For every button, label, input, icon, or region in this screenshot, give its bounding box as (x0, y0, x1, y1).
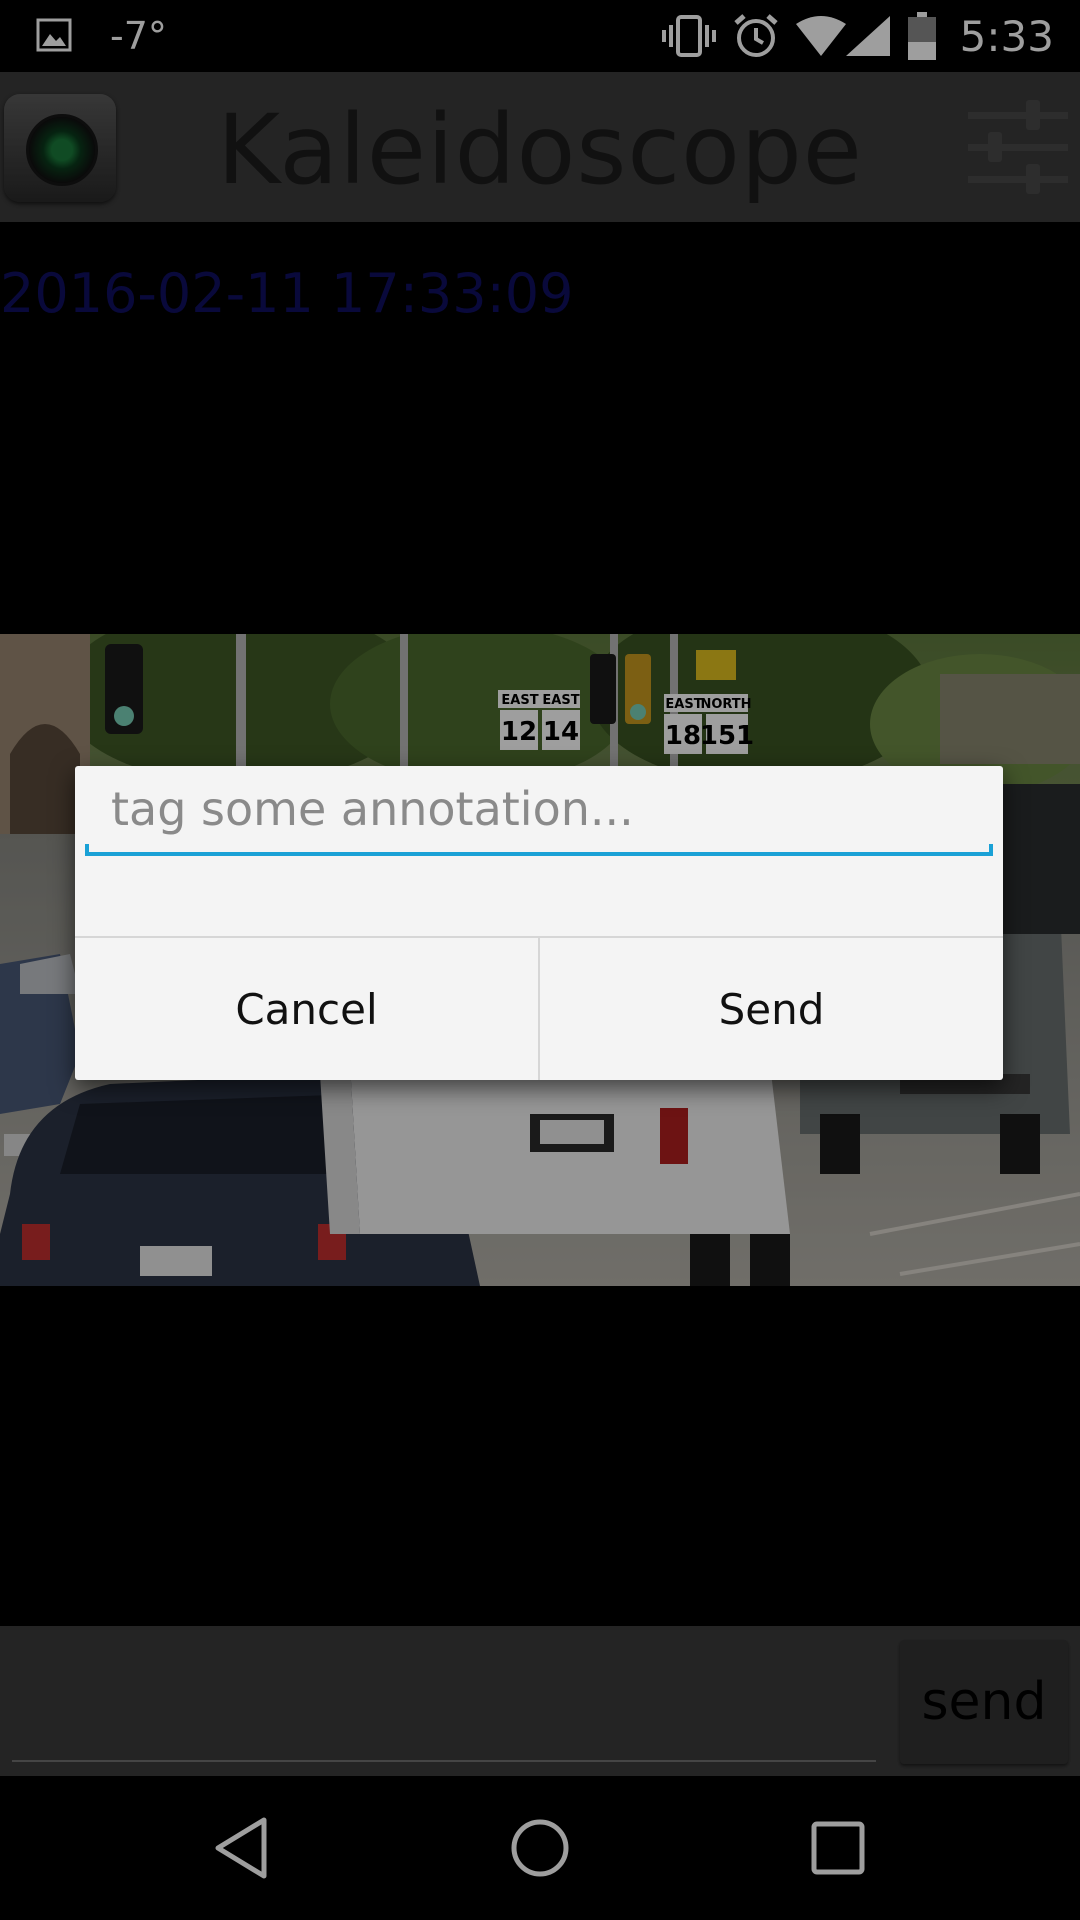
battery-icon (907, 12, 936, 60)
signal-icon (845, 16, 890, 56)
message-input-underline (12, 1760, 876, 1762)
sign-north: NORTH (700, 697, 751, 712)
sign-east-1: EAST (501, 693, 538, 708)
sign-route-14: 14 (543, 717, 579, 747)
message-input[interactable] (12, 1656, 880, 1758)
wifi-icon (795, 16, 846, 56)
send-message-button[interactable]: send (900, 1640, 1068, 1764)
send-button[interactable]: Send (540, 938, 1003, 1080)
back-icon[interactable] (206, 1812, 278, 1884)
temperature-text: -7° (110, 14, 167, 58)
sign-east-3: EAST (665, 697, 702, 712)
sign-route-12: 12 (501, 717, 537, 747)
recents-icon[interactable] (802, 1812, 874, 1884)
clock-text: 5:33 (959, 11, 1054, 61)
capture-timestamp: 2016-02-11 17:33:09 (0, 262, 574, 325)
alarm-icon (734, 14, 778, 57)
status-bar: -7° 5:33 (0, 0, 1080, 72)
app-title: Kaleidoscope (217, 94, 863, 206)
sign-route-151: 151 (700, 721, 754, 751)
vibrate-icon (661, 15, 716, 57)
sliders-icon[interactable] (968, 98, 1068, 196)
navigation-bar (0, 1776, 1080, 1920)
sign-east-2: EAST (542, 693, 579, 708)
sign-route-18: 18 (665, 721, 701, 751)
gallery-icon (36, 18, 72, 52)
annotation-input-underline (85, 844, 993, 856)
annotation-input[interactable] (85, 780, 993, 838)
action-bar: Kaleidoscope (0, 72, 1080, 222)
home-icon[interactable] (504, 1812, 576, 1884)
annotation-dialog: Cancel Send (75, 766, 1003, 1080)
cancel-button[interactable]: Cancel (75, 938, 538, 1080)
